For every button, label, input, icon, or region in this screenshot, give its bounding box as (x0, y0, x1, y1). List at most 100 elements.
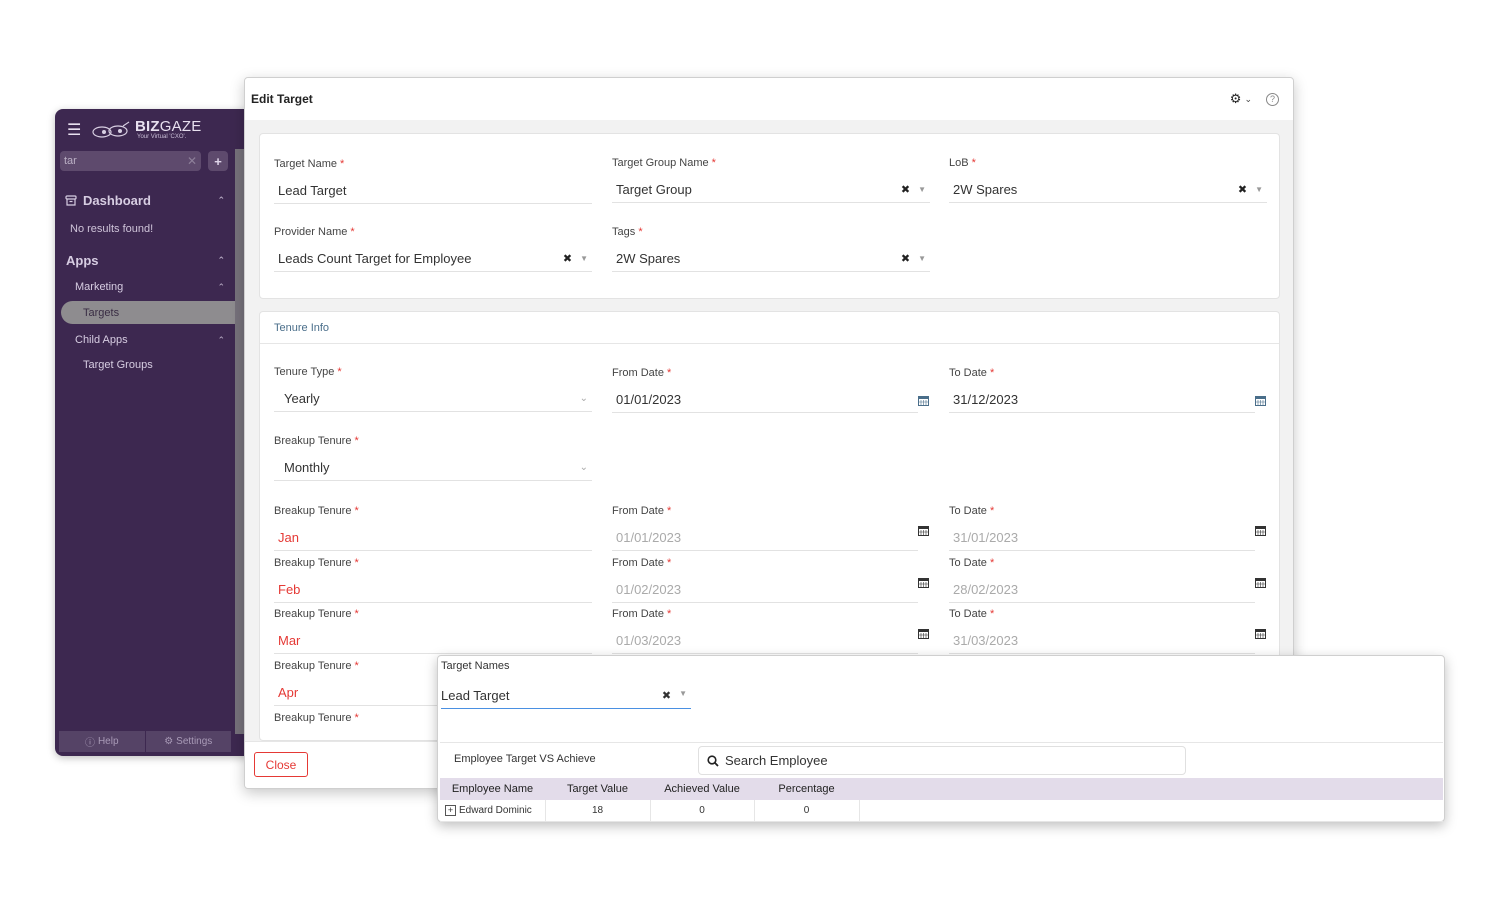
breakup-from-date-input[interactable]: 01/03/2023 (612, 628, 918, 654)
lob-select[interactable]: 2W Spares ✖ ▼ (949, 177, 1267, 203)
breakup-row-label-field: Breakup Tenure * Jan (274, 505, 592, 551)
calendar-icon[interactable] (918, 577, 929, 588)
calendar-icon[interactable] (918, 395, 929, 406)
required-mark: * (667, 505, 672, 517)
clear-search-icon[interactable]: ✕ (187, 154, 197, 168)
field-label: Tenure Type (274, 366, 335, 378)
field-label: To Date (949, 505, 987, 517)
breakup-month-input[interactable]: Feb (274, 577, 592, 603)
required-mark: * (711, 157, 716, 169)
required-mark: * (354, 608, 359, 620)
field-value: Feb (278, 582, 301, 597)
calendar-icon[interactable] (918, 525, 929, 536)
chevron-up-icon[interactable]: ⌃ (217, 255, 233, 266)
spacer-cell (859, 800, 1443, 822)
target-name-input[interactable]: Lead Target (274, 178, 592, 204)
clear-icon[interactable]: ✖ (901, 252, 910, 265)
breakup-tenure-select[interactable]: Monthly ⌄ (274, 455, 592, 481)
field-label: Target Group Name (612, 157, 709, 169)
target-name-field: Target Name * Lead Target (274, 158, 592, 204)
required-mark: * (340, 158, 345, 170)
dropdown-arrow-icon[interactable]: ▼ (918, 254, 926, 263)
breakup-row-label-field: Breakup Tenure * Mar (274, 608, 592, 654)
dropdown-arrow-icon[interactable]: ▼ (1255, 185, 1263, 194)
breakup-from-date-input[interactable]: 01/01/2023 (612, 525, 918, 551)
field-value: Target Group (616, 182, 692, 197)
help-button[interactable]: ⓘ Help (59, 731, 145, 752)
provider-name-field: Provider Name * Leads Count Target for E… (274, 226, 592, 272)
help-icon[interactable]: ? (1266, 92, 1279, 106)
field-value: 28/02/2023 (953, 582, 1019, 597)
settings-menu-button[interactable]: ⚙ ⌄ (1230, 91, 1252, 107)
search-placeholder: Search Employee (725, 753, 828, 768)
settings-label: Settings (176, 736, 213, 747)
settings-gear-icon: ⚙ (164, 736, 174, 747)
column-header[interactable]: Percentage (754, 778, 859, 800)
chevron-up-icon[interactable]: ⌃ (217, 335, 233, 346)
sidebar-item-apps[interactable]: Apps ⌃ (55, 253, 233, 268)
breakup-month-input[interactable]: Jan (274, 525, 592, 551)
sidebar-item-dashboard[interactable]: Dashboard ⌃ (55, 193, 233, 208)
to-date-input[interactable]: 31/12/2023 (949, 387, 1255, 413)
clear-icon[interactable]: ✖ (662, 689, 671, 702)
target-names-select[interactable]: Lead Target ✖ ▼ (441, 682, 691, 709)
clear-icon[interactable]: ✖ (563, 252, 572, 265)
required-mark: * (989, 608, 995, 620)
calendar-icon[interactable] (1255, 525, 1266, 536)
field-label: Breakup Tenure (274, 505, 352, 517)
clear-icon[interactable]: ✖ (901, 183, 910, 196)
field-value: 01/03/2023 (616, 633, 682, 648)
field-label: Breakup Tenure (274, 660, 352, 672)
sidebar-item-marketing[interactable]: Marketing ⌃ (55, 281, 233, 293)
breakup-to-date-field: To Date * 31/01/2023 (949, 505, 1255, 551)
calendar-icon[interactable] (1255, 577, 1266, 588)
target-group-name-select[interactable]: Target Group ✖ ▼ (612, 177, 930, 203)
calendar-icon[interactable] (918, 628, 929, 639)
sidebar-item-targets[interactable]: Targets (61, 301, 235, 324)
breakup-to-date-input[interactable]: 31/03/2023 (949, 628, 1255, 654)
tags-select[interactable]: 2W Spares ✖ ▼ (612, 246, 930, 272)
employee-search-input[interactable]: Search Employee (698, 746, 1186, 775)
tenure-type-select[interactable]: Yearly ⌄ (274, 386, 592, 412)
column-header-spacer (859, 778, 1443, 800)
calendar-icon[interactable] (1255, 628, 1266, 639)
column-header[interactable]: Achieved Value (650, 778, 754, 800)
hamburger-menu-icon[interactable]: ☰ (67, 120, 81, 140)
breakup-to-date-input[interactable]: 28/02/2023 (949, 577, 1255, 603)
breakup-to-date-input[interactable]: 31/01/2023 (949, 525, 1255, 551)
breakup-to-date-field: To Date * 28/02/2023 (949, 557, 1255, 603)
from-date-input[interactable]: 01/01/2023 (612, 387, 918, 413)
sidebar-item-child-apps[interactable]: Child Apps ⌃ (55, 334, 233, 346)
target-group-name-field: Target Group Name * Target Group ✖ ▼ (612, 157, 930, 203)
expand-row-icon[interactable]: + (445, 804, 456, 816)
field-value: Jan (278, 530, 299, 545)
field-value: 31/03/2023 (953, 633, 1019, 648)
calendar-icon[interactable] (1255, 395, 1266, 406)
required-mark: * (989, 505, 995, 517)
column-header[interactable]: Target Value (545, 778, 650, 800)
close-button[interactable]: Close (254, 752, 308, 777)
chevron-up-icon[interactable]: ⌃ (217, 195, 233, 206)
dropdown-arrow-icon[interactable]: ▼ (679, 689, 687, 702)
dropdown-arrow-icon[interactable]: ▼ (580, 254, 588, 263)
breakup-month-input[interactable]: Mar (274, 628, 592, 654)
achieved-value-cell: 0 (650, 800, 755, 822)
add-button[interactable]: + (208, 151, 228, 171)
required-mark: * (989, 557, 995, 569)
dropdown-arrow-icon[interactable]: ▼ (918, 185, 926, 194)
sidebar-item-target-groups[interactable]: Target Groups (55, 359, 233, 371)
add-icon: + (214, 153, 222, 169)
settings-button[interactable]: ⚙ Settings (144, 731, 232, 752)
provider-name-select[interactable]: Leads Count Target for Employee ✖ ▼ (274, 246, 592, 272)
target-names-label: Target Names (441, 660, 510, 672)
chevron-up-icon[interactable]: ⌃ (217, 282, 233, 293)
breakup-from-date-input[interactable]: 01/02/2023 (612, 577, 918, 603)
sidebar-item-label: Apps (66, 253, 99, 268)
column-header[interactable]: Employee Name (440, 778, 545, 800)
brand-logo: BIZGAZE Your Virtual 'CXO'. (91, 119, 201, 140)
chevron-down-icon: ⌄ (1244, 93, 1252, 104)
required-mark: * (337, 366, 342, 378)
sidebar-search-input[interactable]: tar ✕ (60, 151, 201, 171)
clear-icon[interactable]: ✖ (1238, 183, 1247, 196)
panel-title: Employee Target VS Achieve (454, 753, 596, 765)
